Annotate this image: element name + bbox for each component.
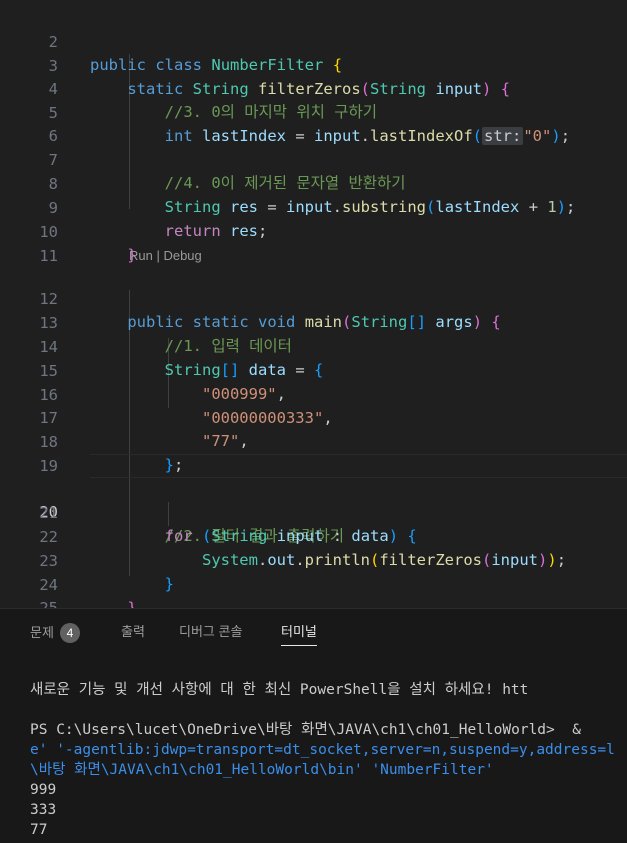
code-line[interactable]: 23 } — [0, 526, 627, 594]
problems-count-badge: 4 — [59, 623, 80, 643]
terminal-line: \바탕 화면\JAVA\ch1\ch01_HelloWorld\bin' 'Nu… — [30, 762, 494, 778]
code-line[interactable]: 4 //3. 0의 마지막 위치 구하기 — [0, 54, 627, 122]
run-debug-codelens[interactable]: Run | Debug — [129, 248, 202, 263]
tab-terminal[interactable]: 터미널 — [281, 623, 317, 646]
code-line[interactable]: 16 "00000000333", — [0, 360, 627, 428]
tab-problems[interactable]: 문제 4 — [30, 623, 80, 645]
code-line[interactable]: 19 — [0, 431, 627, 475]
code-line[interactable]: 7 //4. 0이 제거된 문자열 반환하기 — [0, 125, 627, 193]
terminal-line: PS C:\Users\lucet\OneDrive\바탕 화면\JAVA\ch… — [30, 722, 590, 738]
code-line[interactable]: 3 static String filterZeros(String input… — [0, 31, 627, 99]
current-code-line[interactable]: 20 //2. 필터 결과 출력하기 — [0, 454, 627, 545]
terminal-line: 333 — [30, 802, 57, 818]
panel-tabs: 문제 4 출력 디버그 콘솔 터미널 — [0, 609, 627, 655]
code-line[interactable]: 17 "77", — [0, 383, 627, 451]
code-line[interactable]: 25 } — [0, 573, 627, 609]
bottom-panel: 문제 4 출력 디버그 콘솔 터미널 새로운 기능 및 개선 사항에 대 한 최신… — [0, 608, 627, 843]
terminal-line: 77 — [30, 822, 48, 838]
tab-output[interactable]: 출력 — [121, 623, 145, 645]
code-line[interactable]: 8 String res = input.substring(lastIndex… — [0, 149, 627, 217]
code-line[interactable]: 15 "000999", — [0, 336, 627, 404]
terminal-line: 999 — [30, 782, 57, 798]
code-line[interactable]: 13 //1. 입력 데이터 — [0, 288, 627, 356]
code-line[interactable]: 21 for (String input : data) { — [0, 478, 627, 546]
code-line[interactable]: 12 public static void main(String[] args… — [0, 264, 627, 332]
code-line[interactable]: 2 public class NumberFilter { — [0, 7, 627, 75]
tab-debug-console[interactable]: 디버그 콘솔 — [179, 623, 242, 645]
code-line[interactable]: 6 — [0, 101, 627, 145]
code-line[interactable]: 10 } — [0, 197, 627, 265]
code-line[interactable]: 26 — [0, 597, 627, 608]
terminal-line: e' '-agentlib:jdwp=transport=dt_socket,s… — [30, 742, 615, 758]
code-line[interactable]: 14 String[] data = { — [0, 312, 627, 380]
code-line[interactable]: 11 — [0, 221, 627, 265]
terminal-line: 새로운 기능 및 개선 사항에 대 한 최신 PowerShell을 설치 하세… — [30, 682, 529, 698]
code-line[interactable]: 24 } — [0, 550, 627, 609]
terminal-output[interactable]: 새로운 기능 및 개선 사항에 대 한 최신 PowerShell을 설치 하세… — [0, 655, 627, 843]
code-line[interactable]: 5 int lastIndex = input.lastIndexOf(str:… — [0, 78, 627, 145]
code-editor[interactable]: 2 public class NumberFilter { 3 static S… — [0, 0, 627, 608]
code-line[interactable]: 9 return res; — [0, 173, 627, 241]
code-line[interactable]: 18 }; — [0, 407, 627, 475]
code-line[interactable]: 22 System.out.println(filterZeros(input)… — [0, 502, 627, 570]
